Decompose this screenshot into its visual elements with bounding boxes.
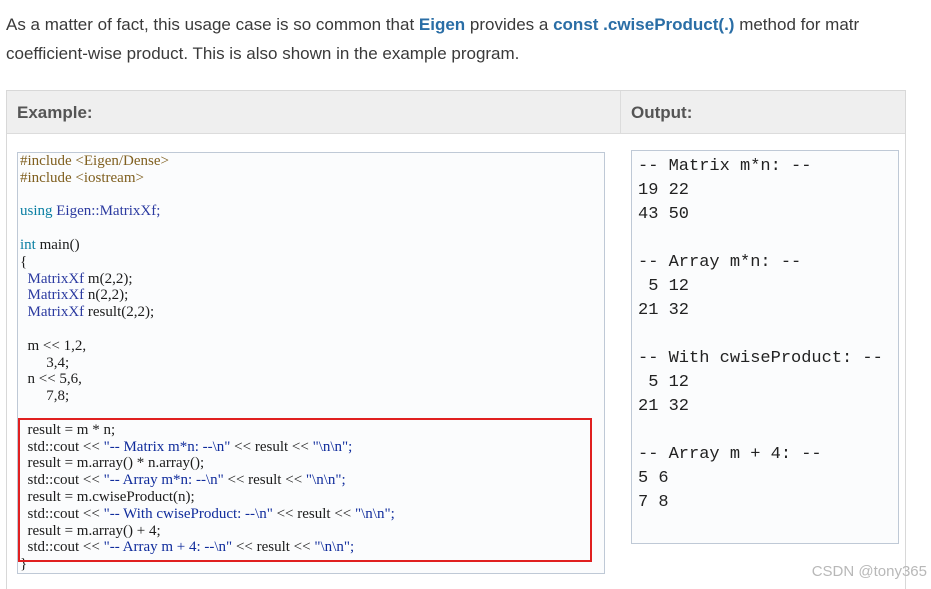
output-line: -- Array m + 4: -- bbox=[638, 445, 822, 464]
type-name: MatrixXf bbox=[27, 304, 85, 321]
intro-line-2: coefficient-wise product. This is also s… bbox=[6, 44, 520, 63]
output-line: 21 32 bbox=[638, 301, 690, 320]
output-line: 5 12 bbox=[638, 373, 690, 392]
intro-line-1: As a matter of fact, this usage case is … bbox=[6, 10, 931, 39]
intro-text: As a matter of fact, this usage case is … bbox=[6, 15, 419, 34]
code-line: { bbox=[20, 253, 28, 270]
keyword: using bbox=[20, 203, 53, 220]
highlight-box bbox=[18, 418, 592, 562]
output-line: -- Matrix m*n: -- bbox=[638, 157, 812, 176]
intro-paragraph: As a matter of fact, this usage case is … bbox=[6, 10, 931, 68]
output-line: 5 6 bbox=[638, 469, 669, 488]
code-line: main() bbox=[35, 236, 80, 253]
output-line: -- Array m*n: -- bbox=[638, 253, 802, 272]
code-line: 7,8; bbox=[27, 388, 70, 405]
output-heading: Output: bbox=[631, 103, 693, 122]
output-block: -- Matrix m*n: -- 19 22 43 50 -- Array m… bbox=[631, 150, 899, 544]
cwise-product-link[interactable]: const .cwiseProduct(.) bbox=[553, 15, 734, 34]
output-line: 5 12 bbox=[638, 277, 690, 296]
code-line: 3,4; bbox=[27, 354, 70, 371]
code-line: #include <Eigen/Dense> bbox=[20, 153, 169, 169]
intro-text: provides a bbox=[465, 15, 554, 34]
eigen-link[interactable]: Eigen bbox=[419, 15, 465, 34]
output-line: 19 22 bbox=[638, 181, 690, 200]
output-line: 43 50 bbox=[638, 205, 690, 224]
code-line: Eigen::MatrixXf; bbox=[52, 203, 161, 220]
keyword: int bbox=[20, 236, 36, 253]
example-heading: Example: bbox=[17, 103, 93, 122]
code-line: m(2,2); bbox=[84, 270, 133, 287]
output-line: 21 32 bbox=[638, 397, 690, 416]
type-name: MatrixXf bbox=[27, 270, 85, 287]
code-line: result(2,2); bbox=[84, 304, 155, 321]
watermark: CSDN @tony365 bbox=[811, 563, 927, 580]
type-name: MatrixXf bbox=[27, 287, 85, 304]
intro-text: method for matr bbox=[734, 15, 860, 34]
table-header: Example: Output: bbox=[7, 91, 905, 134]
output-listing: -- Matrix m*n: -- 19 22 43 50 -- Array m… bbox=[638, 155, 883, 515]
output-line: 7 8 bbox=[638, 493, 669, 512]
code-line: m << 1,2, bbox=[27, 337, 87, 354]
code-line: n(2,2); bbox=[84, 287, 129, 304]
output-line: -- With cwiseProduct: -- bbox=[638, 349, 883, 368]
header-divider bbox=[620, 91, 621, 133]
code-line: n << 5,6, bbox=[27, 371, 82, 388]
code-line: #include <iostream> bbox=[20, 169, 144, 186]
